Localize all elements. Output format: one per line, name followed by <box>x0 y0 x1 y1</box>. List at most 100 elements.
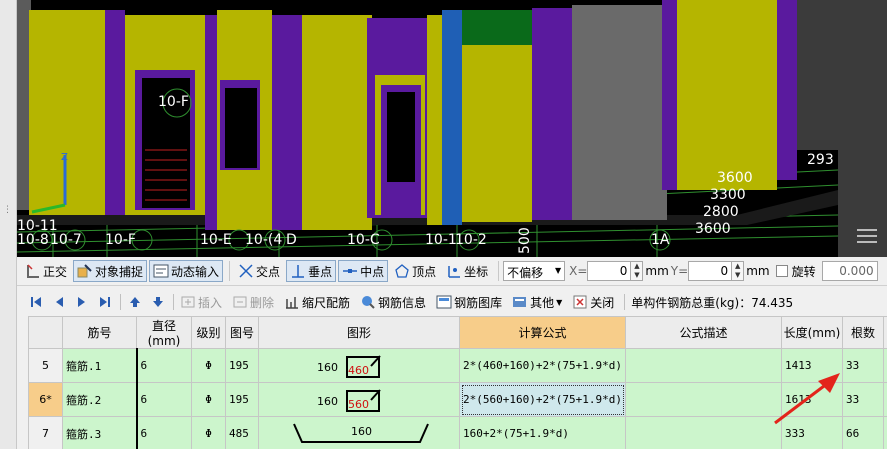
column-header[interactable]: 长度(mm) <box>781 316 843 349</box>
cell-extra[interactable] <box>883 382 887 417</box>
insert-icon <box>180 294 196 310</box>
close-icon <box>572 294 588 310</box>
cell-formula[interactable]: 2*(460+160)+2*(75+1.9*d) <box>459 348 626 383</box>
x-spinner[interactable]: ▲ ▼ <box>631 261 644 281</box>
dimension-label: 500 <box>517 227 533 254</box>
close-button[interactable]: 关闭 <box>572 294 614 311</box>
insert-button[interactable]: 插入 <box>180 294 222 311</box>
y-spinner[interactable]: ▲ ▼ <box>732 261 745 281</box>
rebar-info-button[interactable]: 钢筋信息 <box>360 294 426 311</box>
cell-fig-no[interactable]: 195 <box>225 348 259 383</box>
cell-count[interactable]: 66 <box>842 416 884 449</box>
cell-name[interactable]: 箍筋.3 <box>62 416 137 449</box>
rotate-input[interactable]: 0.000 <box>821 261 878 281</box>
row-index[interactable]: 7 <box>28 416 63 449</box>
grid-label: 10-E <box>200 232 232 248</box>
cell-diameter[interactable]: 6 <box>135 348 192 383</box>
first-record-icon[interactable] <box>28 294 44 310</box>
coordinate-button[interactable]: 坐标 <box>442 260 492 282</box>
cell-formula[interactable]: 160+2*(75+1.9*d) <box>459 416 626 449</box>
ortho-icon <box>25 263 41 279</box>
straight-bar-shape: 160 <box>262 419 456 449</box>
x-unit: mm <box>645 264 669 278</box>
3d-viewport[interactable]: Z 10-F 293 3600 3300 2800 3600 10-11 10-… <box>17 0 838 257</box>
perpendicular-button[interactable]: 垂点 <box>286 260 337 282</box>
cell-fig-no[interactable]: 195 <box>225 382 259 417</box>
column-header[interactable]: 公式描述 <box>625 316 782 349</box>
dynamic-input-icon <box>153 263 169 279</box>
rotate-checkbox[interactable] <box>775 265 788 277</box>
cell-grade[interactable]: Φ <box>191 382 226 417</box>
other-label: 其他 <box>530 295 555 310</box>
intersection-label: 交点 <box>256 264 281 279</box>
column-header[interactable]: 筋号 <box>62 316 137 349</box>
rotate-label: 旋转 <box>791 264 816 279</box>
table-row[interactable]: 5 箍筋.1 6 Φ 195 160 460 2*(460+160)+2*(75… <box>28 348 887 383</box>
perpendicular-label: 垂点 <box>308 264 333 279</box>
vertex-label: 顶点 <box>412 264 437 279</box>
cell-count[interactable]: 33 <box>842 348 884 383</box>
cell-diameter[interactable]: 6 <box>135 416 192 449</box>
column-header[interactable]: 计算公式 <box>459 316 626 349</box>
table-row[interactable]: 7 箍筋.3 6 Φ 485 160 160+2*(75+1.9*d) 333 … <box>28 416 887 449</box>
column-header[interactable]: 图号 <box>225 316 259 349</box>
column-header[interactable]: 根数 <box>842 316 884 349</box>
cell-name[interactable]: 箍筋.1 <box>62 348 137 383</box>
row-index[interactable]: 5 <box>28 348 63 383</box>
coordinate-label: 坐标 <box>464 264 489 279</box>
cell-grade[interactable]: Φ <box>191 416 226 449</box>
other-icon <box>512 294 528 310</box>
cell-length[interactable]: 1413 <box>781 348 843 383</box>
shape-dim-a: 160 <box>351 424 372 438</box>
move-up-icon[interactable] <box>127 294 143 310</box>
cell-grade[interactable]: Φ <box>191 348 226 383</box>
splitter-grip[interactable]: ⋮ <box>3 205 12 215</box>
cell-shape[interactable]: 160 <box>258 416 460 449</box>
other-menu-button[interactable]: 其他 ▼ <box>512 294 562 311</box>
delete-button[interactable]: 删除 <box>232 294 274 311</box>
last-record-icon[interactable] <box>97 294 113 310</box>
vertex-button[interactable]: 顶点 <box>390 260 440 282</box>
rebar-library-label: 钢筋图库 <box>454 295 503 310</box>
grid-label: 10-8 <box>17 232 49 248</box>
table-row[interactable]: 6* 箍筋.2 6 Φ 195 160 560 2*(560+160)+2*(7… <box>28 382 887 417</box>
cell-length[interactable]: 333 <box>781 416 843 449</box>
cell-desc[interactable] <box>625 382 782 417</box>
cell-shape[interactable]: 160 560 <box>258 382 460 417</box>
prev-record-icon[interactable] <box>51 294 67 310</box>
cell-name[interactable]: 箍筋.2 <box>62 382 137 417</box>
next-record-icon[interactable] <box>74 294 90 310</box>
row-index[interactable]: 6* <box>28 382 63 417</box>
cell-count[interactable]: 33 <box>842 382 884 417</box>
cell-formula[interactable]: 2*(560+160)+2*(75+1.9*d) <box>459 382 626 417</box>
cell-diameter[interactable]: 6 <box>135 382 192 417</box>
cell-length[interactable]: 1613 <box>781 382 843 417</box>
view-side-panel <box>838 0 887 257</box>
ortho-button[interactable]: 正交 <box>21 260 71 282</box>
total-weight-label: 单构件钢筋总重(kg)：74.435 <box>631 295 794 310</box>
move-down-icon[interactable] <box>150 294 166 310</box>
cell-extra[interactable] <box>883 348 887 383</box>
offset-select[interactable]: 不偏移 ▼ <box>503 261 566 281</box>
cell-fig-no[interactable]: 485 <box>225 416 259 449</box>
dynamic-input-button[interactable]: 动态输入 <box>149 260 224 282</box>
svg-text:Z: Z <box>61 152 68 163</box>
object-snap-button[interactable]: 对象捕捉 <box>73 260 148 282</box>
scale-rebar-button[interactable]: 缩尺配筋 <box>284 294 350 311</box>
column-header[interactable]: 直径(mm) <box>136 316 192 349</box>
grid-label: 10-F <box>158 94 189 110</box>
intersection-button[interactable]: 交点 <box>234 260 284 282</box>
cell-extra[interactable] <box>883 416 887 449</box>
dynamic-input-label: 动态输入 <box>171 264 220 279</box>
menu-icon[interactable] <box>857 229 877 243</box>
cell-shape[interactable]: 160 460 <box>258 348 460 383</box>
y-input[interactable]: 0 <box>688 261 733 281</box>
row-index-header <box>28 316 63 349</box>
rebar-library-button[interactable]: 钢筋图库 <box>436 294 502 311</box>
cell-desc[interactable] <box>625 416 782 449</box>
x-input[interactable]: 0 <box>587 261 632 281</box>
column-header[interactable]: 级别 <box>191 316 226 349</box>
midpoint-button[interactable]: 中点 <box>338 260 389 282</box>
cell-desc[interactable] <box>625 348 782 383</box>
column-header[interactable]: 图形 <box>258 316 460 349</box>
